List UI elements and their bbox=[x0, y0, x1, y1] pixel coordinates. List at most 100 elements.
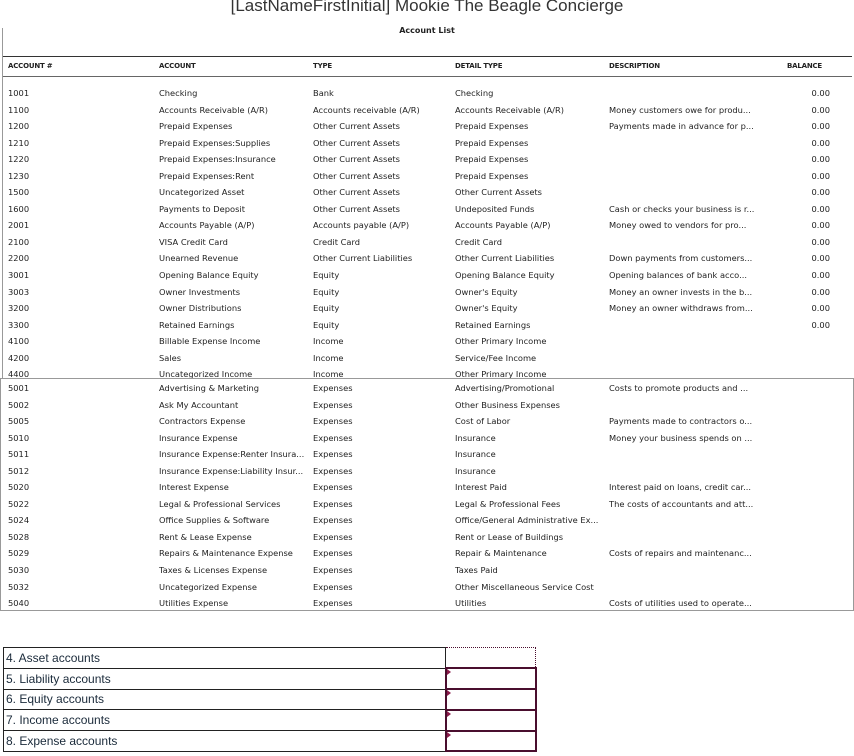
account-name: Insurance Expense bbox=[159, 432, 238, 443]
account-number: 4100 bbox=[8, 336, 30, 347]
description: Costs of utilities used to operate... bbox=[609, 598, 752, 609]
table-row: 1230 Prepaid Expenses:Rent Other Current A… bbox=[3, 168, 852, 185]
account-name: Prepaid Expenses:Supplies bbox=[159, 137, 271, 148]
account-type: Other Current Assets bbox=[313, 137, 400, 148]
description: Money an owner invests in the b... bbox=[609, 286, 753, 297]
account-type: Income bbox=[313, 336, 344, 347]
table-row: 5029 Repairs & Maintenance Expense Expense… bbox=[3, 545, 852, 562]
account-number: 3003 bbox=[8, 286, 30, 297]
table-header: ACCOUNT # ACCOUNT TYPE DETAIL TYPE DESCR… bbox=[3, 56, 852, 77]
answer-input[interactable] bbox=[444, 729, 537, 753]
table-row: 5022 Legal & Professional Services Expense… bbox=[3, 496, 852, 513]
account-type: Expenses bbox=[313, 498, 353, 509]
detail-type: Insurance bbox=[455, 432, 496, 443]
account-type: Other Current Assets bbox=[313, 154, 400, 165]
question-row: 7. Income accounts bbox=[3, 708, 537, 732]
balance: 0.00 bbox=[811, 270, 830, 281]
account-number: 1001 bbox=[8, 88, 30, 98]
table-row: 5011 Insurance Expense:Renter Insura... Ex… bbox=[3, 446, 852, 463]
account-number: 2100 bbox=[8, 236, 30, 247]
table-row: 2100 VISA Credit Card Credit Card Credit Ca… bbox=[3, 234, 852, 251]
question-row: 4. Asset accounts bbox=[3, 647, 536, 669]
table-row: 5005 Contractors Expense Expenses Cost of L… bbox=[3, 413, 852, 430]
account-type: Equity bbox=[313, 303, 340, 314]
account-type: Expenses bbox=[313, 531, 353, 542]
question-label: 6. Equity accounts bbox=[3, 688, 446, 711]
table-row: 3001 Opening Balance Equity Equity Opening … bbox=[3, 267, 852, 284]
question-table: 4. Asset accounts 5. Liability accounts 6.… bbox=[3, 647, 537, 753]
account-type: Expenses bbox=[313, 383, 353, 393]
account-type: Expenses bbox=[313, 565, 353, 576]
account-name: Unearned Revenue bbox=[159, 253, 239, 264]
detail-type: Owner's Equity bbox=[455, 303, 518, 314]
account-number: 2200 bbox=[8, 253, 30, 264]
comment-flag-icon bbox=[446, 710, 451, 717]
table-row: 5012 Insurance Expense:Liability Insur...… bbox=[3, 463, 852, 480]
account-rows-bottom: 5001 Advertising & Marketing Expenses Adver… bbox=[3, 380, 852, 612]
detail-type: Utilities bbox=[455, 598, 487, 609]
balance: 0.00 bbox=[811, 220, 830, 231]
description: The costs of accountants and att... bbox=[609, 498, 754, 509]
account-name: Uncategorized Expense bbox=[159, 581, 257, 592]
table-row: 5010 Insurance Expense Expenses Insurance Mo… bbox=[3, 430, 852, 447]
detail-type: Prepaid Expenses bbox=[455, 121, 529, 132]
detail-type: Other Primary Income bbox=[455, 336, 547, 347]
account-number: 5028 bbox=[8, 531, 30, 542]
description: Payments made in advance for p... bbox=[609, 121, 754, 132]
description: Money an owner withdraws from... bbox=[609, 303, 753, 314]
table-row: 5040 Utilities Expense Expenses Utilities Co… bbox=[3, 595, 852, 612]
account-name: Owner Investments bbox=[159, 286, 241, 297]
col-description: DESCRIPTION bbox=[609, 62, 660, 70]
account-number: 5024 bbox=[8, 515, 30, 526]
detail-type: Interest Paid bbox=[455, 482, 507, 493]
col-balance: BALANCE bbox=[786, 62, 822, 70]
account-name: Accounts Payable (A/P) bbox=[159, 220, 255, 231]
account-type: Credit Card bbox=[313, 236, 360, 247]
answer-input[interactable] bbox=[444, 667, 537, 691]
account-name: Legal & Professional Services bbox=[159, 498, 281, 509]
table-row: 1100 Accounts Receivable (A/R) Accounts re… bbox=[3, 102, 852, 119]
col-account-number: ACCOUNT # bbox=[8, 62, 53, 70]
account-number: 5011 bbox=[8, 449, 30, 460]
report-subtitle: Account List bbox=[399, 26, 455, 35]
question-label: 4. Asset accounts bbox=[3, 647, 446, 669]
account-type: Equity bbox=[313, 270, 340, 281]
table-row: 5024 Office Supplies & Software Expenses Of… bbox=[3, 512, 852, 529]
balance: 0.00 bbox=[811, 203, 830, 214]
description: Down payments from customers... bbox=[609, 253, 753, 264]
comment-flag-icon bbox=[446, 690, 451, 697]
description: Interest paid on loans, credit car... bbox=[609, 482, 752, 493]
description: Opening balances of bank acco... bbox=[609, 270, 747, 281]
description: Cash or checks your business is r... bbox=[609, 203, 755, 214]
balance: 0.00 bbox=[811, 187, 830, 198]
detail-type: Other Business Expenses bbox=[455, 399, 560, 410]
detail-type: Accounts Payable (A/P) bbox=[455, 220, 551, 231]
answer-input[interactable] bbox=[444, 708, 537, 732]
account-type: Expenses bbox=[313, 416, 353, 427]
detail-type: Accounts Receivable (A/R) bbox=[455, 104, 564, 115]
account-name: Ask My Accountant bbox=[159, 399, 239, 410]
account-number: 5012 bbox=[8, 465, 30, 476]
answer-input[interactable] bbox=[445, 647, 536, 669]
comment-flag-icon bbox=[446, 731, 451, 738]
account-type: Expenses bbox=[313, 482, 353, 493]
question-row: 6. Equity accounts bbox=[3, 688, 537, 711]
account-type: Accounts receivable (A/R) bbox=[313, 104, 420, 115]
detail-type: Other Miscellaneous Service Cost bbox=[455, 581, 594, 592]
account-number: 5022 bbox=[8, 498, 30, 509]
col-account: ACCOUNT bbox=[159, 62, 196, 70]
account-type: Other Current Assets bbox=[313, 170, 400, 181]
account-type: Other Current Liabilities bbox=[313, 253, 413, 264]
account-number: 1600 bbox=[8, 203, 30, 214]
col-type: TYPE bbox=[313, 62, 332, 70]
account-number: 5020 bbox=[8, 482, 30, 493]
account-number: 5040 bbox=[8, 598, 30, 609]
table-row: 5020 Interest Expense Expenses Interest Pai… bbox=[3, 479, 852, 496]
account-name: Interest Expense bbox=[159, 482, 229, 493]
detail-type: Taxes Paid bbox=[455, 565, 498, 576]
answer-input[interactable] bbox=[444, 688, 537, 711]
report-title: [LastNameFirstInitial] Mookie The Beagle… bbox=[230, 0, 624, 15]
table-row: 4200 Sales Income Service/Fee Income bbox=[3, 350, 852, 367]
table-row: 2001 Accounts Payable (A/P) Accounts payab… bbox=[3, 217, 852, 234]
comment-flag-icon bbox=[446, 669, 451, 676]
